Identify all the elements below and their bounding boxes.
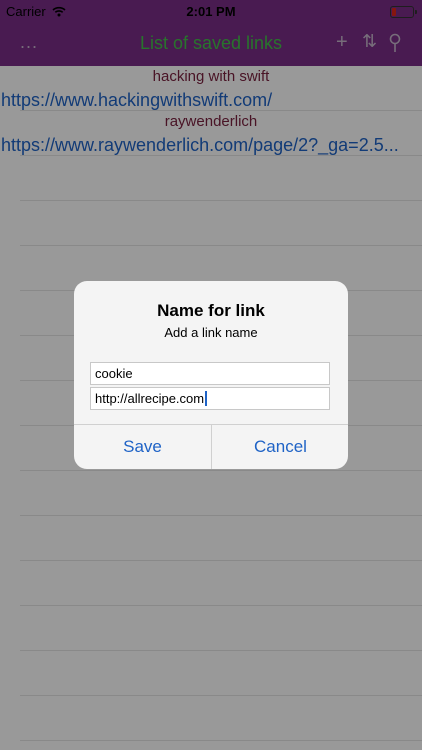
link-name-value: cookie bbox=[95, 366, 133, 381]
link-url-value: http://allrecipe.com bbox=[95, 391, 205, 406]
text-cursor bbox=[205, 391, 208, 406]
alert-dialog: Name for link Add a link name cookie htt… bbox=[74, 281, 348, 469]
alert-title: Name for link bbox=[157, 301, 265, 320]
save-button[interactable]: Save bbox=[74, 424, 211, 469]
cancel-button[interactable]: Cancel bbox=[212, 424, 348, 469]
alert-message: Add a link name bbox=[164, 325, 258, 340]
link-url-field[interactable]: http://allrecipe.com bbox=[90, 387, 330, 410]
link-name-field[interactable]: cookie bbox=[90, 362, 330, 385]
